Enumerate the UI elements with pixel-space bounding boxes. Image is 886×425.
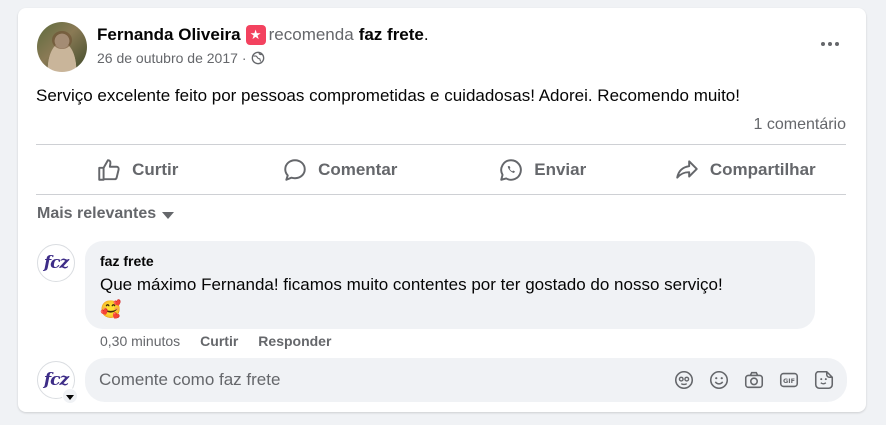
post-header: Fernanda Oliveira ★ recomenda faz frete … [97,24,429,46]
share-arrow-icon [676,160,698,179]
comment-sort-dropdown[interactable]: Mais relevantes [37,205,175,223]
post-card: Fernanda Oliveira ★ recomenda faz frete … [18,8,866,412]
author-name[interactable]: Fernanda Oliveira [97,24,241,46]
post-date[interactable]: 26 de outubro de 2017 [97,50,238,66]
globe-icon [251,51,264,65]
divider-bottom [36,194,846,195]
sticker-icon[interactable] [813,369,835,391]
send-label: Enviar [534,160,587,179]
composer-icons: GIF [673,369,835,391]
meta-separator: · [241,50,247,66]
sort-label: Mais relevantes [37,205,157,222]
action-bar: Curtir Comentar Enviar Compartilhar [36,146,846,194]
send-button[interactable]: Enviar [441,146,644,194]
post-text: Serviço excelente feito por pessoas comp… [36,86,740,105]
comment-label: Comentar [318,160,398,179]
comment-bubble-icon [284,159,306,181]
avatar-sticker-icon[interactable] [673,369,695,391]
emoji-icon[interactable] [708,369,730,391]
divider-top [36,144,846,145]
comment-input[interactable]: Comente como faz frete GIF [85,358,847,402]
recommend-text: recomenda [268,25,354,44]
comment-button[interactable]: Comentar [239,146,442,194]
like-button[interactable]: Curtir [36,146,239,194]
recommend-star-icon: ★ [245,25,266,45]
camera-icon[interactable] [743,369,765,391]
faz-logo-text: fcz [43,253,69,273]
faz-logo-text: fcz [43,370,69,390]
post-meta: 26 de outubro de 2017 · [97,50,265,66]
more-options-icon [821,42,825,46]
share-label: Compartilhar [709,160,816,179]
profile-switch-caret-icon[interactable] [62,388,78,404]
author-avatar[interactable] [37,22,87,72]
comment-bubble: faz frete Que máximo Fernanda! ficamos m… [85,241,815,329]
comment-text: Que máximo Fernanda! ficamos muito conte… [100,275,723,294]
commenter-avatar[interactable]: fcz [37,244,75,282]
header-period: . [423,25,429,44]
share-button[interactable]: Compartilhar [644,146,847,194]
whatsapp-icon [500,159,523,181]
comment-actions: 0,30 minutos Curtir Responder [100,333,331,349]
svg-text:GIF: GIF [783,377,795,385]
more-options-button[interactable] [816,34,844,54]
like-label: Curtir [132,160,179,179]
thumbs-up-icon [98,159,120,181]
comment-reply-button[interactable]: Responder [258,333,331,349]
page-link[interactable]: faz frete [359,24,424,46]
gif-icon[interactable]: GIF [778,369,800,391]
comment-author[interactable]: faz frete [100,253,154,269]
comment-like-button[interactable]: Curtir [200,333,238,349]
comment-count-link[interactable]: 1 comentário [754,116,847,134]
caret-down-icon [162,211,175,219]
comment-emoji: 🥰 [100,300,122,319]
comment-input-placeholder: Comente como faz frete [99,370,281,389]
comment-time[interactable]: 0,30 minutos [100,333,180,349]
